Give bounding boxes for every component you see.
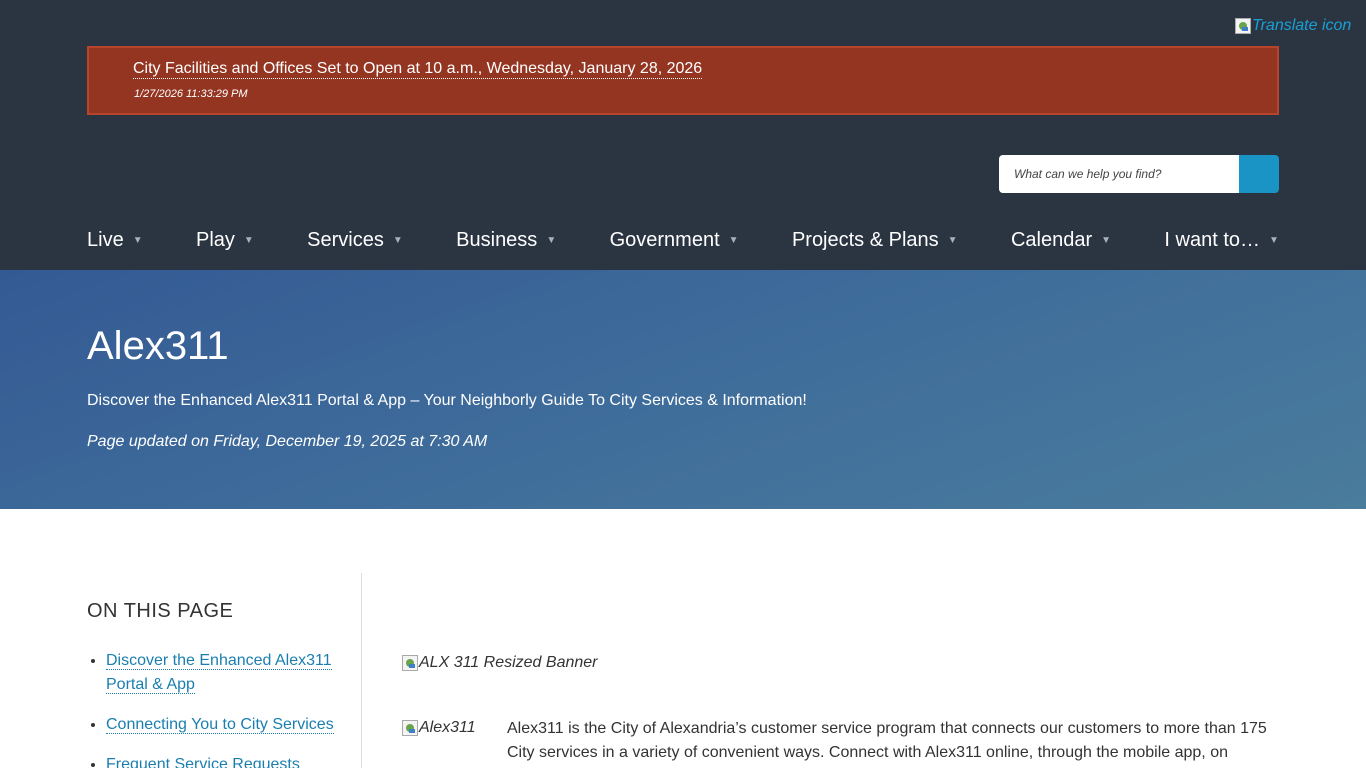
nav-item-government[interactable]: Government ▼ (610, 229, 739, 252)
alert-link[interactable]: City Facilities and Offices Set to Open … (133, 60, 703, 79)
caret-down-icon: ▼ (728, 234, 739, 246)
page-subtitle: Discover the Enhanced Alex311 Portal & A… (87, 392, 807, 409)
alex311-logo-image: Alex311 (402, 719, 476, 737)
nav-item-projects-plans[interactable]: Projects & Plans ▼ (792, 229, 958, 252)
translate-button[interactable]: Translate icon (1235, 17, 1351, 35)
toc-link-frequent-requests[interactable]: Frequent Service Requests (106, 756, 300, 768)
nav-item-label: Business (456, 228, 538, 251)
nav-item-label: Services (307, 228, 384, 251)
nav-item-business[interactable]: Business ▼ (456, 229, 556, 252)
nav-item-label: Government (609, 228, 720, 251)
toc-link-connecting[interactable]: Connecting You to City Services (106, 716, 334, 734)
broken-image-icon (402, 655, 418, 671)
page-hero: Alex311 Discover the Enhanced Alex311 Po… (0, 270, 1366, 509)
caret-down-icon: ▼ (1269, 234, 1279, 246)
nav-item-play[interactable]: Play ▼ (196, 229, 254, 252)
page-updated-date: Page updated on Friday, December 19, 202… (87, 433, 488, 450)
on-this-page-sidebar: ON THIS PAGE Discover the Enhanced Alex3… (87, 573, 362, 768)
toc-list: Discover the Enhanced Alex311 Portal & A… (106, 649, 346, 768)
caret-down-icon: ▼ (243, 234, 254, 246)
translate-icon (1235, 18, 1251, 34)
toc-link-discover[interactable]: Discover the Enhanced Alex311 Portal & A… (106, 652, 332, 694)
nav-item-label: I want to… (1164, 228, 1261, 251)
toc-item: Discover the Enhanced Alex311 Portal & A… (106, 649, 346, 697)
toc-item: Frequent Service Requests (106, 753, 346, 768)
nav-item-calendar[interactable]: Calendar ▼ (1011, 229, 1111, 252)
sidebar-heading: ON THIS PAGE (87, 600, 234, 622)
intro-paragraph: Alex311 is the City of Alexandria’s cust… (507, 720, 1267, 761)
alert-timestamp: 1/27/2026 11:33:29 PM (134, 88, 248, 100)
caret-down-icon: ▼ (392, 234, 403, 246)
alert-banner: City Facilities and Offices Set to Open … (87, 46, 1279, 115)
nav-item-label: Live (87, 228, 124, 251)
caret-down-icon: ▼ (947, 234, 958, 246)
page-title: Alex311 (87, 324, 229, 368)
translate-alt-text: Translate icon (1252, 17, 1352, 34)
nav-item-label: Calendar (1010, 228, 1093, 251)
nav-item-i-want-to[interactable]: I want to… ▼ (1164, 229, 1279, 252)
logo-alt-text: Alex311 (419, 719, 476, 736)
alx311-banner-image: ALX 311 Resized Banner (402, 654, 597, 672)
banner-alt-text: ALX 311 Resized Banner (419, 654, 598, 671)
site-header: Translate icon City Facilities and Offic… (0, 0, 1366, 270)
toc-item: Connecting You to City Services (106, 713, 346, 737)
search-bar (999, 155, 1279, 193)
search-button[interactable] (1239, 155, 1279, 193)
nav-item-live[interactable]: Live ▼ (87, 229, 143, 252)
caret-down-icon: ▼ (132, 234, 143, 246)
nav-item-label: Projects & Plans (791, 228, 939, 251)
main-nav: Live ▼ Play ▼ Services ▼ Business ▼ Gove… (87, 226, 1279, 254)
caret-down-icon: ▼ (1101, 234, 1112, 246)
nav-item-services[interactable]: Services ▼ (307, 229, 403, 252)
caret-down-icon: ▼ (546, 234, 557, 246)
broken-image-icon (402, 720, 418, 736)
search-input[interactable] (999, 155, 1239, 193)
nav-item-label: Play (195, 228, 235, 251)
